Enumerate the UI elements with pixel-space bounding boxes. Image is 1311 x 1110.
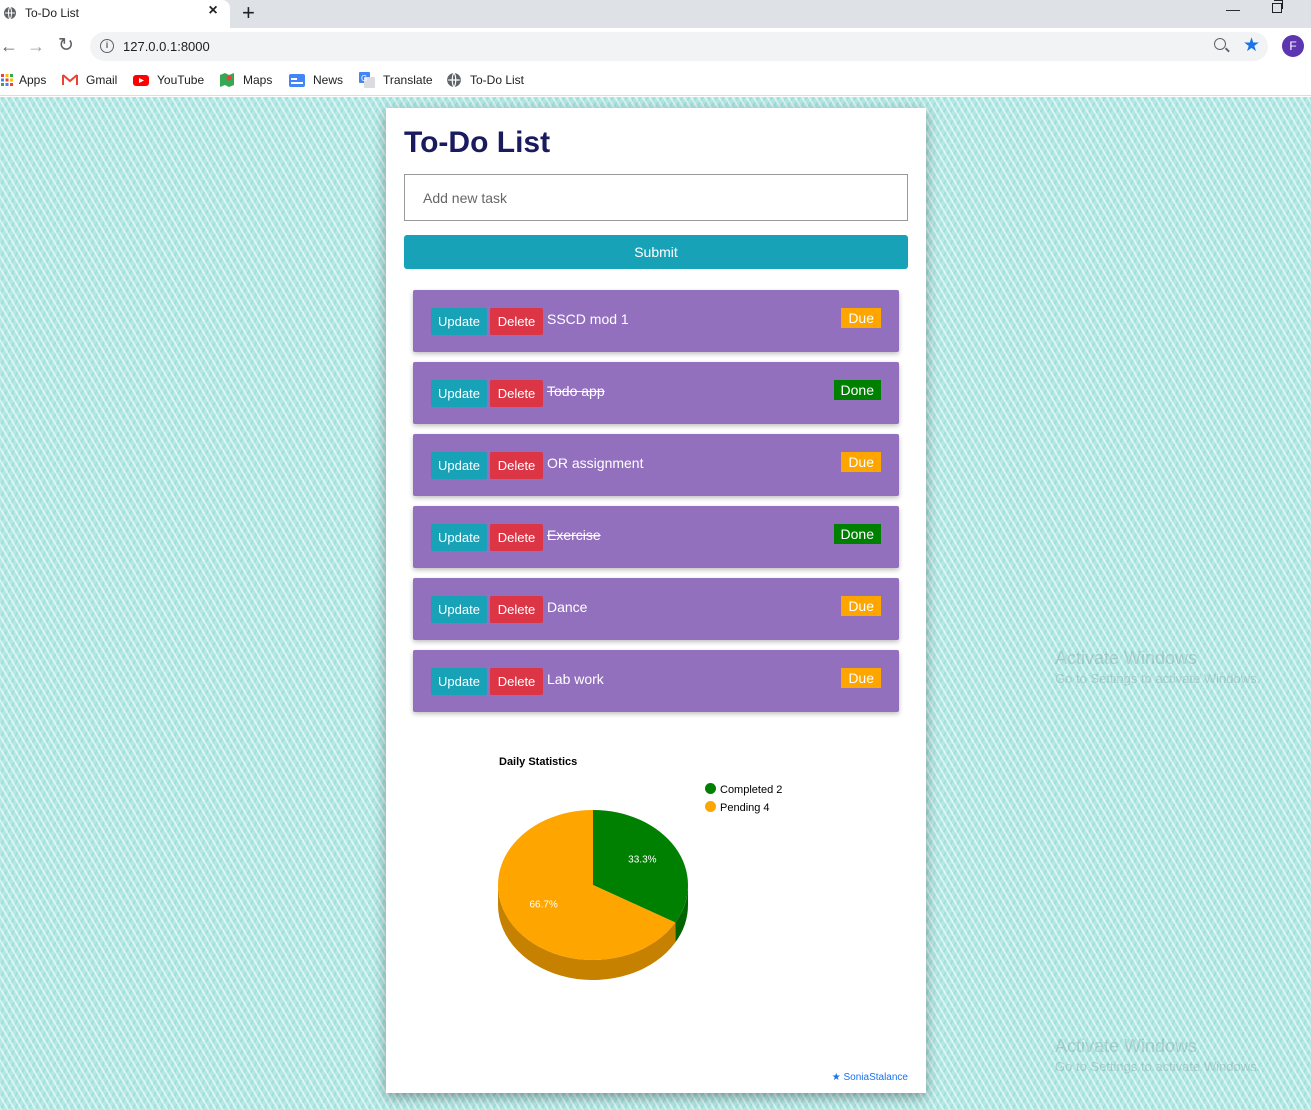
globe-icon bbox=[4, 6, 16, 20]
pie-slice-label: 66.7% bbox=[529, 900, 557, 911]
globe-icon bbox=[447, 72, 461, 88]
news-icon bbox=[289, 74, 305, 87]
status-badge: Due bbox=[841, 308, 881, 328]
bookmark-star-icon[interactable]: ★ bbox=[1243, 34, 1260, 57]
bookmark-youtube[interactable]: YouTube bbox=[157, 72, 204, 88]
task-name: Lab work bbox=[547, 671, 604, 687]
apps-grid-icon bbox=[1, 74, 13, 86]
submit-button[interactable]: Submit bbox=[404, 235, 908, 269]
bookmark-gmail[interactable]: Gmail bbox=[86, 72, 117, 88]
legend-pending[interactable]: Pending 4 bbox=[705, 801, 770, 815]
delete-button[interactable]: Delete bbox=[490, 308, 543, 335]
new-task-input[interactable] bbox=[404, 174, 908, 221]
task-name: OR assignment bbox=[547, 455, 644, 471]
status-badge: Due bbox=[841, 596, 881, 616]
gmail-icon bbox=[62, 74, 78, 85]
url-text[interactable]: 127.0.0.1:8000 bbox=[123, 39, 210, 54]
update-button[interactable]: Update bbox=[431, 308, 487, 335]
back-icon[interactable]: ← bbox=[0, 36, 18, 57]
legend-label: Completed 2 bbox=[720, 784, 783, 796]
delete-button[interactable]: Delete bbox=[490, 524, 543, 551]
task-name: Todo app bbox=[547, 383, 605, 399]
browser-tab[interactable]: To-Do List × bbox=[0, 0, 230, 28]
task-item: Update Delete SSCD mod 1 Due bbox=[413, 290, 899, 352]
minimize-icon[interactable]: — bbox=[1226, 1, 1240, 17]
pie-top bbox=[498, 810, 688, 960]
pie-chart: 33.3% 66.7% bbox=[498, 810, 688, 980]
bookmarks-bar: Apps Gmail YouTube Maps News G Translate… bbox=[0, 64, 1311, 96]
bookmark-maps[interactable]: Maps bbox=[243, 72, 272, 88]
youtube-icon bbox=[133, 75, 149, 86]
status-badge: Due bbox=[841, 452, 881, 472]
bookmark-news[interactable]: News bbox=[313, 72, 343, 88]
update-button[interactable]: Update bbox=[431, 452, 487, 479]
browser-toolbar: ← → ↻ i 127.0.0.1:8000 ★ bbox=[0, 28, 1311, 64]
new-tab-icon[interactable]: + bbox=[242, 2, 255, 24]
info-icon[interactable]: i bbox=[100, 39, 114, 53]
chart-title: Daily Statistics bbox=[499, 756, 578, 768]
bookmark-apps[interactable]: Apps bbox=[19, 72, 46, 88]
credit-link[interactable]: ★ SoniaStalance bbox=[832, 1072, 908, 1083]
task-item: Update Delete Dance Due bbox=[413, 578, 899, 640]
bookmark-translate[interactable]: Translate bbox=[383, 72, 433, 88]
legend-swatch bbox=[705, 783, 716, 794]
watermark-subtitle: Go to Settings to activate Windows. bbox=[1055, 671, 1261, 686]
tab-title: To-Do List bbox=[25, 6, 80, 20]
reload-icon[interactable]: ↻ bbox=[58, 34, 74, 57]
status-badge: Done bbox=[833, 380, 881, 400]
todo-card: To-Do List Submit UpdateDeleteSSCD mod 1… bbox=[386, 108, 926, 1093]
close-icon[interactable]: × bbox=[205, 3, 221, 19]
update-button[interactable]: Update bbox=[431, 668, 487, 695]
translate-icon: G bbox=[359, 72, 375, 88]
legend-completed[interactable]: Completed 2 bbox=[705, 783, 782, 797]
status-badge: Done bbox=[833, 524, 881, 544]
watermark-title: Activate Windows bbox=[1055, 1036, 1198, 1056]
page-title: To-Do List bbox=[404, 126, 551, 159]
delete-button[interactable]: Delete bbox=[490, 380, 543, 407]
task-item: Update Delete OR assignment Due bbox=[413, 434, 899, 496]
watermark-subtitle: Go to Settings to activate Windows. bbox=[1055, 1059, 1261, 1074]
address-bar[interactable]: i 127.0.0.1:8000 ★ bbox=[90, 32, 1268, 61]
windows-watermark: Activate Windows Go to Settings to activ… bbox=[1055, 1036, 1260, 1074]
task-name: SSCD mod 1 bbox=[547, 311, 629, 327]
legend-label: Pending 4 bbox=[720, 802, 770, 814]
svg-text:G: G bbox=[361, 74, 367, 83]
task-item: Update Delete Todo app Done bbox=[413, 362, 899, 424]
tab-strip: To-Do List × + — bbox=[0, 0, 1311, 28]
profile-avatar[interactable]: F bbox=[1282, 35, 1304, 57]
update-button[interactable]: Update bbox=[431, 596, 487, 623]
task-item: Update Delete Exercise Done bbox=[413, 506, 899, 568]
pie-slice-label: 33.3% bbox=[628, 855, 656, 866]
task-name: Dance bbox=[547, 599, 588, 615]
windows-watermark: Activate Windows Go to Settings to activ… bbox=[1055, 648, 1260, 686]
delete-button[interactable]: Delete bbox=[490, 596, 543, 623]
legend-swatch bbox=[705, 801, 716, 812]
bookmark-todo[interactable]: To-Do List bbox=[470, 72, 524, 88]
zoom-icon[interactable] bbox=[1214, 38, 1226, 50]
maps-icon bbox=[220, 73, 234, 87]
delete-button[interactable]: Delete bbox=[490, 452, 543, 479]
watermark-title: Activate Windows bbox=[1055, 648, 1198, 668]
task-item: Update Delete Lab work Due bbox=[413, 650, 899, 712]
status-badge: Due bbox=[841, 668, 881, 688]
task-name: Exercise bbox=[547, 527, 601, 543]
update-button[interactable]: Update bbox=[431, 524, 487, 551]
restore-icon[interactable] bbox=[1272, 0, 1283, 13]
forward-icon[interactable]: → bbox=[27, 36, 45, 57]
update-button[interactable]: Update bbox=[431, 380, 487, 407]
delete-button[interactable]: Delete bbox=[490, 668, 543, 695]
